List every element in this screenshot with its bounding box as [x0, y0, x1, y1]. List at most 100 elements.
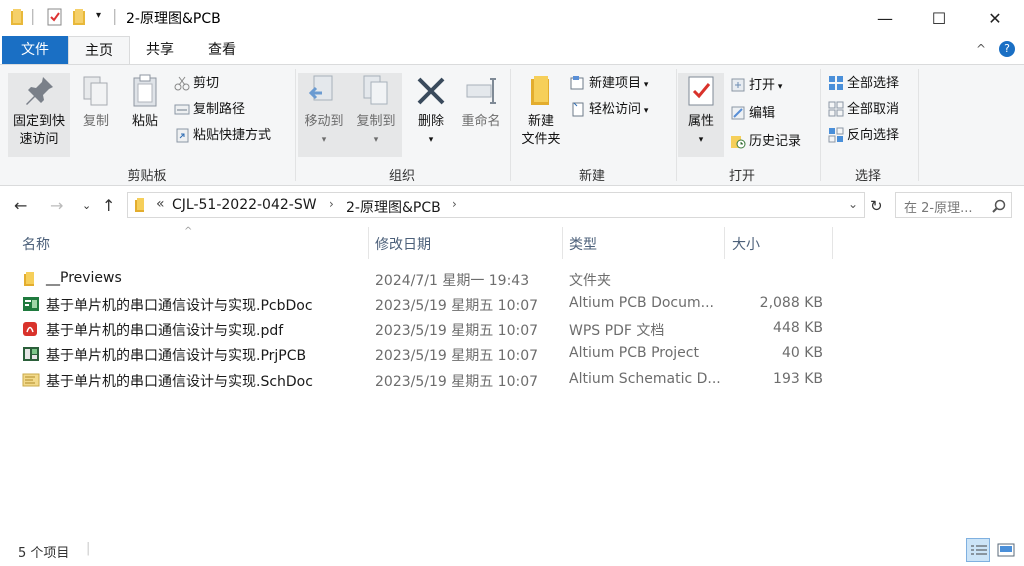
schdoc-file-icon — [22, 373, 40, 387]
ribbon: 固定到快 速访问 复制 粘贴 剪切 复制路径 粘贴快捷方式 剪贴板 移动到 ▾ … — [0, 64, 1024, 186]
file-date: 2023/5/19 星期五 10:07 — [375, 374, 539, 390]
delete-button[interactable]: 删除 ▾ — [410, 73, 452, 149]
edit-button[interactable]: 编辑 — [730, 103, 775, 125]
large-icons-view-button[interactable] — [994, 538, 1018, 562]
pdf-file-icon — [23, 322, 37, 336]
select-all-label: 全部选择 — [847, 76, 900, 91]
column-divider[interactable] — [562, 227, 563, 259]
details-view-button[interactable] — [966, 538, 990, 562]
properties-quick-icon[interactable] — [46, 8, 64, 26]
open-file-icon — [731, 78, 745, 92]
select-none-label: 全部取消 — [847, 102, 900, 117]
move-to-button[interactable]: 移动到 ▾ — [298, 73, 350, 157]
cut-label: 剪切 — [193, 76, 220, 91]
delete-x-icon — [417, 77, 445, 105]
collapse-ribbon-icon[interactable]: ^ — [976, 42, 986, 56]
back-arrow-icon[interactable]: ← — [14, 196, 27, 215]
file-date: 2024/7/1 星期一 19:43 — [375, 273, 530, 289]
customize-quick-access-icon[interactable]: ▾ — [96, 10, 101, 21]
tab-file[interactable]: 文件 — [2, 36, 68, 64]
new-folder-button[interactable]: 新建 文件夹 — [516, 73, 566, 149]
column-header-name[interactable]: 名称 — [22, 234, 50, 254]
pcbdoc-file-icon — [23, 297, 39, 311]
copy-path-icon — [174, 104, 190, 115]
delete-label: 删除 — [417, 114, 444, 129]
copy-to-dropdown-icon: ▾ — [373, 135, 379, 145]
tab-view[interactable]: 查看 — [192, 36, 252, 64]
breadcrumb-chevron-icon[interactable]: › — [329, 197, 334, 211]
breadcrumb-overflow[interactable]: « — [156, 196, 165, 212]
search-box[interactable]: 在 2-原理... — [895, 192, 1012, 218]
ribbon-divider — [820, 69, 821, 181]
ribbon-divider — [676, 69, 677, 181]
file-row[interactable]: 基于单片机的串口通信设计与实现.PrjPCB 2023/5/19 星期五 10:… — [0, 342, 1024, 367]
file-date: 2023/5/19 星期五 10:07 — [375, 348, 539, 364]
file-row[interactable]: 基于单片机的串口通信设计与实现.pdf 2023/5/19 星期五 10:07 … — [0, 317, 1024, 342]
invert-selection-button[interactable]: 反向选择 — [828, 125, 899, 147]
properties-button[interactable]: 属性 ▾ — [678, 73, 724, 157]
open-dropdown-icon: ▾ — [775, 82, 783, 92]
column-divider[interactable] — [832, 227, 833, 259]
open-label: 打开 — [749, 78, 776, 93]
ribbon-divider — [510, 69, 511, 181]
file-size: 2,088 KB — [759, 295, 823, 311]
move-to-icon — [308, 75, 333, 101]
copy-path-label: 复制路径 — [193, 102, 246, 117]
minimize-button[interactable]: — — [862, 0, 908, 36]
maximize-button[interactable]: ☐ — [916, 0, 962, 36]
new-item-button[interactable]: 新建项目 ▾ — [570, 73, 648, 95]
organize-group-label: 组织 — [388, 169, 415, 184]
rename-button[interactable]: 重命名 — [456, 73, 506, 157]
folder-icon — [11, 9, 23, 25]
copy-button[interactable]: 复制 — [76, 73, 116, 131]
address-dropdown-icon[interactable]: ⌄ — [848, 197, 858, 211]
rename-label: 重命名 — [461, 114, 501, 129]
tab-home[interactable]: 主页 — [68, 36, 130, 64]
breadcrumb-item[interactable]: CJL-51-2022-042-SW — [172, 197, 317, 213]
file-row[interactable]: __Previews 2024/7/1 星期一 19:43 文件夹 — [0, 267, 1024, 292]
column-header-size[interactable]: 大小 — [732, 234, 760, 254]
select-none-button[interactable]: 全部取消 — [828, 99, 899, 121]
copy-path-button[interactable]: 复制路径 — [174, 99, 245, 121]
properties-icon — [688, 76, 714, 106]
ribbon-divider — [918, 69, 919, 181]
navigation-bar: ← → ⌄ ↑ « CJL-51-2022-042-SW › 2-原理图&PCB… — [0, 190, 1024, 222]
pin-quick-access-button[interactable]: 固定到快 速访问 — [8, 73, 70, 157]
breadcrumb-chevron-icon[interactable]: › — [452, 197, 457, 211]
forward-arrow-icon[interactable]: → — [50, 196, 63, 215]
properties-dropdown-icon: ▾ — [698, 135, 704, 145]
search-icon[interactable] — [992, 199, 1006, 213]
column-header-type[interactable]: 类型 — [569, 234, 597, 254]
file-name: 基于单片机的串口通信设计与实现.PrjPCB — [46, 348, 307, 364]
paste-button[interactable]: 粘贴 — [124, 73, 166, 131]
file-date: 2023/5/19 星期五 10:07 — [375, 298, 539, 314]
new-folder-label-line2: 文件夹 — [521, 132, 561, 147]
new-folder-quick-icon[interactable] — [72, 8, 88, 26]
refresh-icon[interactable]: ↻ — [870, 197, 883, 215]
select-all-button[interactable]: 全部选择 — [828, 73, 899, 95]
easy-access-button[interactable]: 轻松访问 ▾ — [570, 99, 648, 121]
help-icon[interactable]: ? — [999, 41, 1015, 57]
file-name: 基于单片机的串口通信设计与实现.PcbDoc — [46, 298, 313, 314]
prjpcb-file-icon — [23, 347, 39, 361]
breadcrumb-item[interactable]: 2-原理图&PCB — [346, 197, 441, 217]
window-title: 2-原理图&PCB — [126, 11, 221, 27]
close-button[interactable]: ✕ — [972, 0, 1018, 36]
rename-icon — [466, 78, 496, 104]
paste-shortcut-label: 粘贴快捷方式 — [193, 128, 272, 143]
paste-shortcut-button[interactable]: 粘贴快捷方式 — [174, 125, 271, 147]
column-divider[interactable] — [368, 227, 369, 259]
file-row[interactable]: 基于单片机的串口通信设计与实现.SchDoc 2023/5/19 星期五 10:… — [0, 368, 1024, 393]
copy-to-button[interactable]: 复制到 ▾ — [350, 73, 402, 157]
up-arrow-icon[interactable]: ↑ — [102, 196, 115, 215]
open-button[interactable]: 打开 ▾ — [730, 75, 782, 97]
tab-share[interactable]: 共享 — [132, 36, 188, 64]
history-button[interactable]: 历史记录 — [730, 131, 801, 153]
column-divider[interactable] — [724, 227, 725, 259]
new-item-icon — [570, 76, 584, 90]
recent-locations-chevron-icon[interactable]: ⌄ — [82, 199, 91, 212]
column-header-date[interactable]: 修改日期 — [375, 234, 431, 254]
cut-button[interactable]: 剪切 — [174, 73, 219, 95]
address-bar[interactable]: « CJL-51-2022-042-SW › 2-原理图&PCB › ⌄ — [127, 192, 865, 218]
file-row[interactable]: 基于单片机的串口通信设计与实现.PcbDoc 2023/5/19 星期五 10:… — [0, 292, 1024, 317]
